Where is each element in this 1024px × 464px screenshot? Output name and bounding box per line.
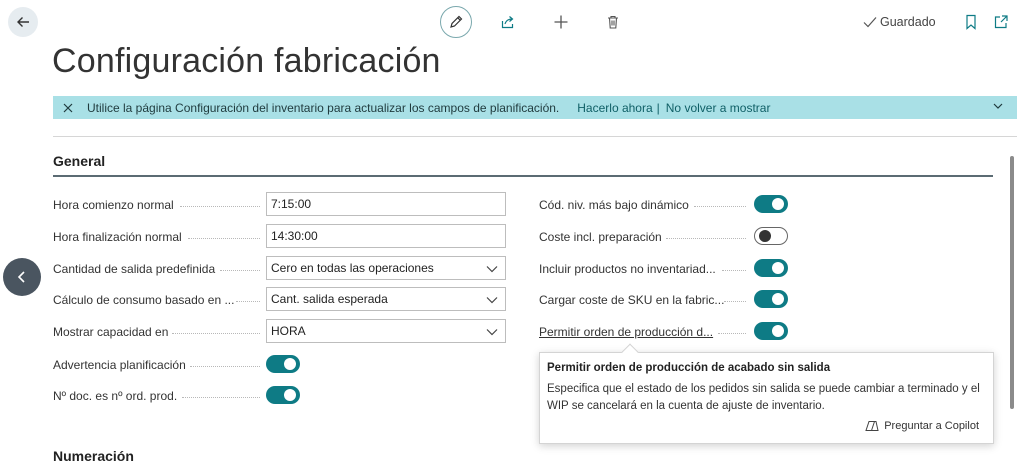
bookmark-icon <box>966 14 976 30</box>
leader-dots <box>172 333 260 334</box>
edit-button[interactable] <box>440 6 472 38</box>
leader-dots <box>236 301 260 302</box>
tooltip-body: Especifica que el estado de los pedidos … <box>547 383 980 412</box>
field-label-end-time: Hora finalización normal <box>53 230 182 244</box>
leader-dots <box>666 238 746 239</box>
new-button[interactable] <box>552 13 570 31</box>
dynamic-low-level-code-toggle[interactable] <box>754 195 788 213</box>
delete-button[interactable] <box>604 13 622 31</box>
field-label-show-capacity: Mostrar capacidad en <box>53 325 169 339</box>
leader-dots <box>180 206 260 207</box>
leader-dots <box>182 397 260 398</box>
field-label-start-time: Hora comienzo normal <box>53 198 174 212</box>
field-label-doc-no-is-prod-order: Nº doc. es nº ord. prod. <box>53 389 178 403</box>
page-title: Configuración fabricación <box>52 42 441 80</box>
arrow-left-icon <box>17 17 29 27</box>
banner-expand-button[interactable] <box>993 101 1003 111</box>
banner-action-now-link[interactable]: Hacerlo ahora <box>577 101 652 115</box>
open-new-window-button[interactable] <box>992 13 1010 31</box>
close-icon <box>63 103 73 112</box>
leader-dots <box>724 301 746 302</box>
leader-dots <box>188 238 260 239</box>
open-in-new-window-icon <box>994 15 1008 29</box>
chevron-down-icon <box>486 327 498 337</box>
header-divider <box>53 136 1017 137</box>
field-label-load-sku-cost: Cargar coste de SKU en la fabric... <box>539 293 725 307</box>
default-output-select[interactable]: Cero en todas las operaciones <box>266 256 506 280</box>
share-icon <box>501 16 514 29</box>
chevron-down-icon <box>486 295 498 305</box>
chevron-down-icon <box>993 103 1003 109</box>
plus-icon <box>554 15 568 29</box>
doc-no-is-prod-order-toggle[interactable] <box>266 386 300 404</box>
saved-status: Guardado <box>863 15 936 29</box>
banner-message: Utilice la página Configuración del inve… <box>87 100 560 115</box>
section-divider <box>53 175 993 177</box>
previous-record-button[interactable] <box>3 258 41 296</box>
field-label-allow-finish-without-output[interactable]: Permitir orden de producción d... <box>539 321 713 343</box>
include-non-inventory-toggle[interactable] <box>754 259 788 277</box>
field-label-default-output: Cantidad de salida predefinida <box>53 262 216 276</box>
leader-dots <box>220 270 260 271</box>
field-label-cost-incl-setup: Coste incl. preparación <box>539 230 662 244</box>
banner-separator: | <box>656 100 660 115</box>
consumption-calc-select[interactable]: Cant. salida esperada <box>266 287 506 311</box>
leader-dots <box>694 206 746 207</box>
field-label-planning-warning: Advertencia planificación <box>53 358 186 372</box>
checkmark-icon <box>863 17 877 28</box>
field-label-include-non-inventory: Incluir productos no inventariad... <box>539 262 716 276</box>
allow-finish-without-output-toggle[interactable] <box>754 322 788 340</box>
banner-close-button[interactable] <box>63 103 75 113</box>
planning-warning-toggle[interactable] <box>266 355 300 373</box>
notification-banner: Utilice la página Configuración del inve… <box>53 96 1017 119</box>
field-label-dynamic-low-level-code: Cód. niv. más bajo dinámico <box>539 198 689 212</box>
vertical-scrollbar[interactable] <box>1010 156 1014 409</box>
tooltip-arrow <box>621 343 639 361</box>
share-button[interactable] <box>499 13 517 31</box>
bookmark-button[interactable] <box>962 13 980 31</box>
leader-dots <box>718 333 746 334</box>
back-button[interactable] <box>8 7 38 37</box>
copilot-icon <box>865 421 879 431</box>
field-tooltip: Permitir orden de producción de acabado … <box>539 343 994 444</box>
chevron-down-icon <box>486 264 498 274</box>
start-time-input[interactable]: 7:15:00 <box>266 192 506 216</box>
tooltip-title: Permitir orden de producción de acabado … <box>547 362 831 374</box>
pencil-icon <box>450 15 463 28</box>
trash-icon <box>608 15 618 29</box>
banner-dismiss-link[interactable]: No volver a mostrar <box>666 101 771 115</box>
leader-dots <box>722 270 746 271</box>
show-capacity-select[interactable]: HORA <box>266 319 506 343</box>
ask-copilot-label: Preguntar a Copilot <box>884 420 979 432</box>
field-label-consumption-calc: Cálculo de consumo basado en ... <box>53 293 235 307</box>
end-time-input[interactable]: 14:30:00 <box>266 224 506 248</box>
leader-dots <box>190 366 260 367</box>
chevron-left-icon <box>17 271 25 283</box>
cost-incl-setup-toggle[interactable] <box>754 227 788 245</box>
saved-label: Guardado <box>880 15 936 29</box>
load-sku-cost-toggle[interactable] <box>754 290 788 308</box>
ask-copilot-button[interactable]: Preguntar a Copilot <box>865 419 979 433</box>
section-title-numbering[interactable]: Numeración <box>53 448 134 464</box>
section-title-general[interactable]: General <box>53 153 105 169</box>
